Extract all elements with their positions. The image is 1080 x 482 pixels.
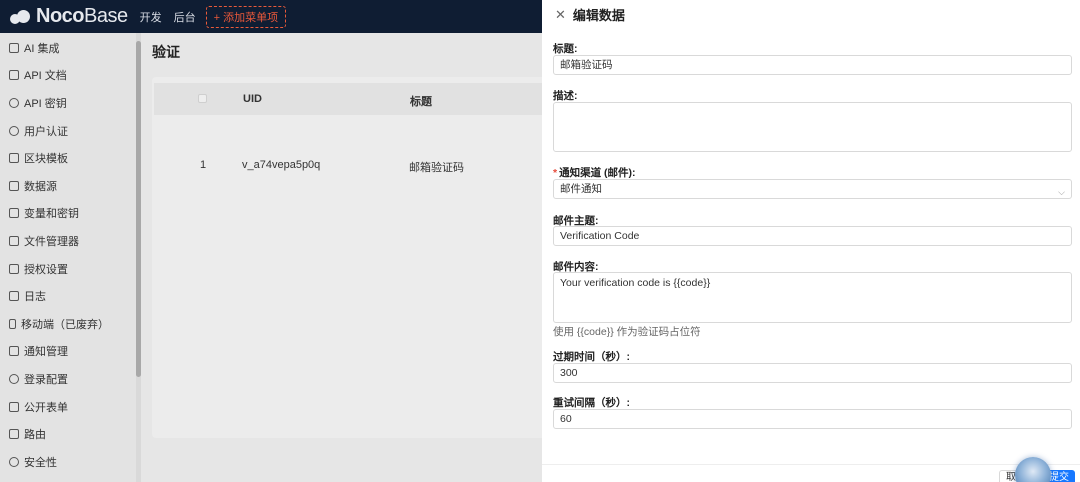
retry-input[interactable]: 60 <box>553 409 1072 429</box>
nocobase-logo[interactable]: NocoBase <box>10 5 128 28</box>
sidebar-item-label: AI 集成 <box>24 42 60 55</box>
table-card <box>152 77 552 438</box>
table-icon <box>9 208 19 219</box>
main-content: 验证 UID 标题 1 v_a74vepa5p0q 邮箱验证码 <box>141 33 554 482</box>
table-icon <box>9 401 19 412</box>
title-input[interactable]: 邮箱验证码 <box>553 55 1072 75</box>
channel-select-value: 邮件通知 <box>560 183 602 195</box>
sidebar-item-label: 通知管理 <box>24 346 68 359</box>
document-icon <box>9 70 19 81</box>
sidebar-item-label: API 文档 <box>24 70 67 83</box>
expire-label: 过期时间（秒）: <box>553 351 630 363</box>
drawer-header: ✕ 编辑数据 <box>542 0 1080 29</box>
content-help-text: 使用 {{code}} 作为验证码占位符 <box>553 326 701 338</box>
route-icon <box>9 429 19 440</box>
page-title: 验证 <box>152 44 180 60</box>
column-header-title[interactable]: 标题 <box>410 93 432 109</box>
sidebar-item-block-templates[interactable]: 区块模板 <box>0 144 136 172</box>
login-icon <box>9 125 19 136</box>
table-header: UID 标题 <box>154 83 554 115</box>
description-label: 描述: <box>553 90 578 102</box>
title-label: 标题: <box>553 43 578 55</box>
channel-select[interactable]: 邮件通知 ⌵ <box>553 179 1072 199</box>
sidebar-item-label: 区块模板 <box>24 153 68 166</box>
robot-icon <box>9 42 19 53</box>
expire-input[interactable]: 300 <box>553 363 1072 383</box>
sidebar-item-label: 路由 <box>24 429 46 442</box>
content-textarea[interactable]: Your verification code is {{code}} <box>553 272 1072 323</box>
sidebar-item-license[interactable]: 授权设置 <box>0 255 136 283</box>
row-uid: v_a74vepa5p0q <box>242 159 321 171</box>
sidebar-item-api-docs[interactable]: API 文档 <box>0 62 136 90</box>
channel-label-text: 通知渠道 (邮件): <box>559 167 636 179</box>
sidebar-item-file-manager[interactable]: 文件管理器 <box>0 227 136 255</box>
sidebar-item-label: 公开表单 <box>24 401 68 414</box>
drawer-title: 编辑数据 <box>572 8 625 23</box>
nav-link-dev[interactable]: 开发 <box>140 9 162 25</box>
column-header-uid[interactable]: UID <box>243 93 262 105</box>
sidebar-item-mobile[interactable]: 移动端（已废弃） <box>0 310 136 338</box>
logo-text-light: Base <box>84 5 128 27</box>
sidebar-item-label: 授权设置 <box>24 263 68 276</box>
select-all-checkbox[interactable] <box>198 94 207 103</box>
sidebar-item-label: 数据源 <box>24 180 57 193</box>
database-icon <box>9 180 19 191</box>
subject-input[interactable]: Verification Code <box>553 226 1072 246</box>
sidebar-item-label: 安全性 <box>24 456 57 469</box>
chevron-down-icon: ⌵ <box>1058 187 1065 197</box>
sidebar-item-routes[interactable]: 路由 <box>0 420 136 448</box>
add-menu-item-button[interactable]: + 添加菜单项 <box>205 5 287 28</box>
sidebar-item-api-keys[interactable]: API 密钥 <box>0 89 136 117</box>
sidebar-item-auth[interactable]: 用户认证 <box>0 117 136 145</box>
megaphone-icon <box>9 346 19 357</box>
key-icon <box>9 97 19 108</box>
sidebar-item-label: 变量和密钥 <box>24 208 79 221</box>
sidebar-item-ai[interactable]: AI 集成 <box>0 34 136 62</box>
sidebar-item-datasource[interactable]: 数据源 <box>0 172 136 200</box>
sidebar-item-label: 日志 <box>24 291 46 304</box>
channel-label: * 通知渠道 (邮件): <box>553 167 636 179</box>
sidebar-item-variables[interactable]: 变量和密钥 <box>0 200 136 228</box>
drawer-footer: 取消 提交 <box>542 464 1080 482</box>
file-icon <box>9 235 19 246</box>
mobile-icon <box>9 318 16 329</box>
sidebar-item-label: 移动端（已废弃） <box>21 318 109 331</box>
logo-text-bold: Noco <box>36 5 85 27</box>
edit-drawer: ✕ 编辑数据 标题: 邮箱验证码 描述: * 通知渠道 (邮件): 邮件通知 ⌵ … <box>542 0 1080 482</box>
nav-link-admin[interactable]: 后台 <box>174 9 196 25</box>
settings-sidebar: AI 集成 API 文档 API 密钥 用户认证 区块模板 数据源 变量和密钥 … <box>0 33 136 482</box>
row-index: 1 <box>200 159 207 171</box>
template-icon <box>9 153 19 164</box>
sidebar-item-label: 用户认证 <box>24 125 68 138</box>
sidebar-item-label: API 密钥 <box>24 97 67 110</box>
sidebar-item-security[interactable]: 安全性 <box>0 448 136 476</box>
assistant-orb-icon[interactable] <box>1015 457 1051 482</box>
description-textarea[interactable] <box>553 102 1072 152</box>
sidebar-item-login-config[interactable]: 登录配置 <box>0 365 136 393</box>
sidebar-item-public-forms[interactable]: 公开表单 <box>0 393 136 421</box>
close-icon[interactable]: ✕ <box>555 7 566 23</box>
sidebar-item-notifications[interactable]: 通知管理 <box>0 338 136 366</box>
shield-icon <box>9 456 19 467</box>
log-icon <box>9 291 19 302</box>
sidebar-item-logs[interactable]: 日志 <box>0 282 136 310</box>
gear-icon <box>9 373 19 384</box>
logo-icon <box>10 9 32 25</box>
sidebar-item-label: 登录配置 <box>24 373 68 386</box>
row-title: 邮箱验证码 <box>409 162 464 174</box>
retry-label: 重试间隔（秒）: <box>553 397 630 409</box>
license-icon <box>9 263 19 274</box>
sidebar-item-label: 文件管理器 <box>24 235 79 248</box>
